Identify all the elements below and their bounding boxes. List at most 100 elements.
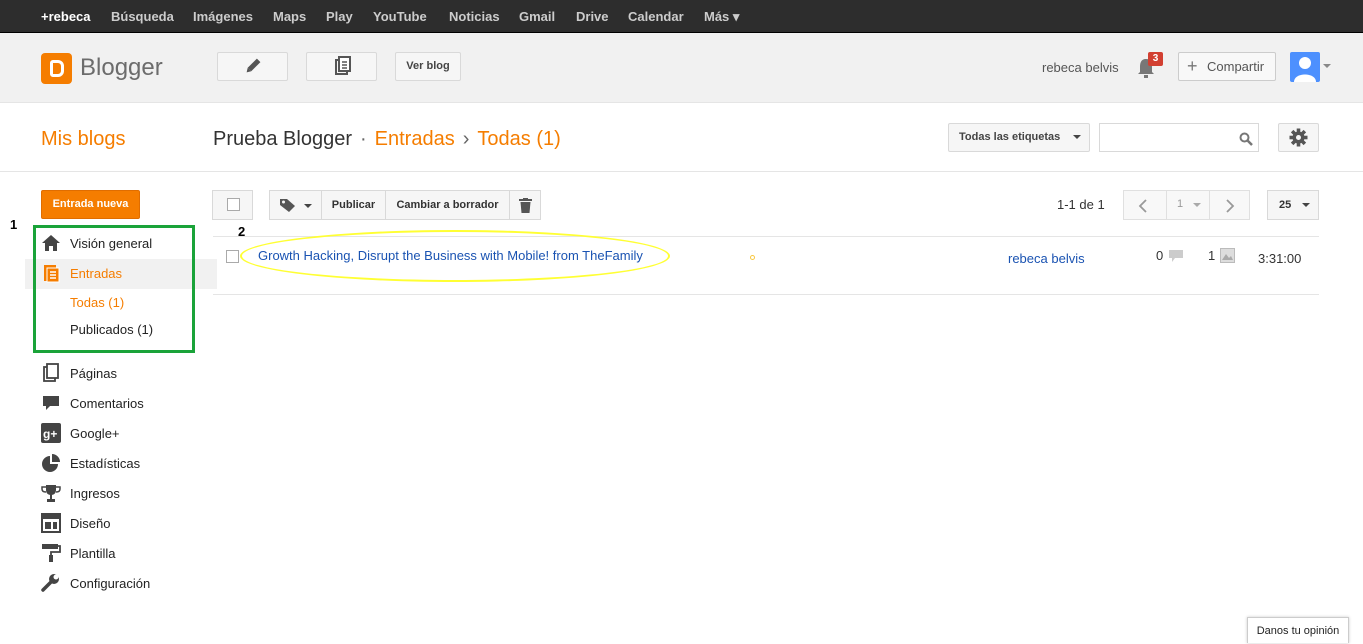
gbar-calendar-link[interactable]: Calendar [628,9,684,24]
gbar-images-link[interactable]: Imágenes [193,9,253,24]
svg-text:g+: g+ [43,427,57,441]
breadcrumb-arrow-separator: › [462,128,470,150]
search-input[interactable] [1099,123,1259,152]
notification-count-badge: 3 [1148,52,1163,66]
post-checkbox[interactable] [226,250,239,263]
chevron-down-icon [304,204,312,208]
pagination-control: 1 [1123,190,1250,220]
sidebar-item-label: Diseño [70,516,111,531]
gbar-youtube-link[interactable]: YouTube [373,9,427,24]
chevron-down-icon [1073,135,1082,140]
page-select[interactable]: 1 [1166,190,1210,220]
revert-to-draft-button[interactable]: Cambiar a borrador [385,190,510,220]
blog-name: Prueba Blogger [213,128,352,150]
user-silhouette-icon [1294,57,1316,82]
sidebar-item-stats[interactable]: Estadísticas [0,449,217,479]
labels-filter-dropdown[interactable]: Todas las etiquetas [948,123,1090,152]
search-icon[interactable] [1239,132,1253,146]
feedback-button[interactable]: Danos tu opinión [1247,617,1349,643]
sidebar-item-comments[interactable]: Comentarios [0,389,217,419]
tag-icon [280,199,295,212]
blogger-header: Blogger Ver blog rebeca belvis 3 + Compa… [0,33,1363,103]
user-name[interactable]: rebeca belvis [1042,60,1119,75]
delete-button[interactable] [509,190,541,220]
new-post-pencil-button[interactable] [217,52,288,81]
chevron-down-icon [1193,203,1201,207]
image-icon [1220,248,1235,263]
gbar-gmail-link[interactable]: Gmail [519,9,555,24]
select-all-button[interactable] [212,190,253,220]
annotation-dot [750,255,755,260]
select-all-checkbox[interactable] [227,198,240,211]
google-bar: +rebeca Búsqueda Imágenes Maps Play YouT… [0,0,1363,33]
sidebar-item-label: Páginas [70,366,117,381]
breadcrumb-posts-link[interactable]: Entradas [375,128,455,150]
layout-icon [41,513,61,533]
posts-per-page-value: 25 [1279,199,1292,211]
sidebar-item-label: Plantilla [70,546,116,561]
breadcrumb: Prueba Blogger · Entradas › Todas (1) [213,128,561,151]
sidebar-item-pages[interactable]: Páginas [0,359,217,389]
gbar-profile-link[interactable]: +rebeca [41,9,91,24]
google-plus-icon: g+ [41,423,61,443]
post-time: 3:31:00 [1258,251,1302,266]
sidebar-item-label: Comentarios [70,396,144,411]
blogger-logo-text[interactable]: Blogger [80,54,163,82]
posts-per-page-dropdown[interactable]: 25 [1267,190,1319,220]
divider [213,294,1319,295]
page-number: 1 [1177,198,1184,210]
share-label: Compartir [1207,59,1265,74]
pencil-icon [246,58,261,73]
sidebar-item-label: Ingresos [70,486,120,501]
post-view-count: 1 [1208,248,1216,263]
annotation-highlight-box [33,225,195,353]
comment-bubble-icon [1169,250,1183,262]
sidebar-item-layout[interactable]: Diseño [0,509,217,539]
pages-icon [43,363,59,382]
pagination-range: 1-1 de 1 [1057,197,1105,212]
my-blogs-link[interactable]: Mis blogs [41,128,125,151]
chevron-down-icon [1302,203,1311,208]
plus-icon: + [1187,56,1198,76]
gbar-more-link[interactable]: Más ▾ [704,9,739,25]
chevron-right-icon[interactable] [1225,199,1235,213]
title-row: Mis blogs Prueba Blogger · Entradas › Todas … [0,104,1363,172]
gbar-maps-link[interactable]: Maps [273,9,306,24]
pie-chart-icon [42,454,60,472]
paint-roller-icon [42,544,61,562]
avatar[interactable] [1290,52,1320,82]
sidebar-item-settings[interactable]: Configuración [0,569,217,599]
breadcrumb-all-posts: Todas (1) [477,128,561,150]
gbar-play-link[interactable]: Play [326,9,353,24]
comments-icon [43,396,59,410]
sidebar-item-label: Estadísticas [70,456,141,471]
chevron-left-icon[interactable] [1138,199,1148,213]
labels-filter-label: Todas las etiquetas [959,131,1061,143]
settings-button[interactable] [1278,123,1319,152]
gear-icon [1289,128,1308,147]
gbar-search-link[interactable]: Búsqueda [111,9,174,24]
labels-button[interactable] [269,190,322,220]
account-chevron-down-icon[interactable] [1323,64,1331,68]
view-blog-button[interactable]: Ver blog [395,52,461,81]
breadcrumb-dot-separator: · [359,128,367,150]
post-author-link[interactable]: rebeca belvis [1008,251,1085,266]
annotation-number-2: 2 [238,224,246,239]
blogger-logo-icon[interactable] [41,53,72,84]
sidebar-item-label: Configuración [70,576,151,591]
posts-list-button[interactable] [306,52,377,81]
sidebar-item-label: Google+ [70,426,120,441]
new-post-button[interactable]: Entrada nueva [41,190,140,219]
annotation-highlight-ellipse [240,230,670,282]
share-button[interactable]: + Compartir [1178,52,1276,81]
wrench-icon [41,574,59,592]
sidebar-item-template[interactable]: Plantilla [0,539,217,569]
trash-icon [519,198,532,213]
sidebar-item-google-plus[interactable]: g+ Google+ [0,419,217,449]
gbar-news-link[interactable]: Noticias [449,9,500,24]
publish-button[interactable]: Publicar [321,190,386,220]
sidebar-item-earnings[interactable]: Ingresos [0,479,217,509]
trophy-icon [41,485,61,502]
post-comment-count: 0 [1156,248,1164,263]
gbar-drive-link[interactable]: Drive [576,9,609,24]
